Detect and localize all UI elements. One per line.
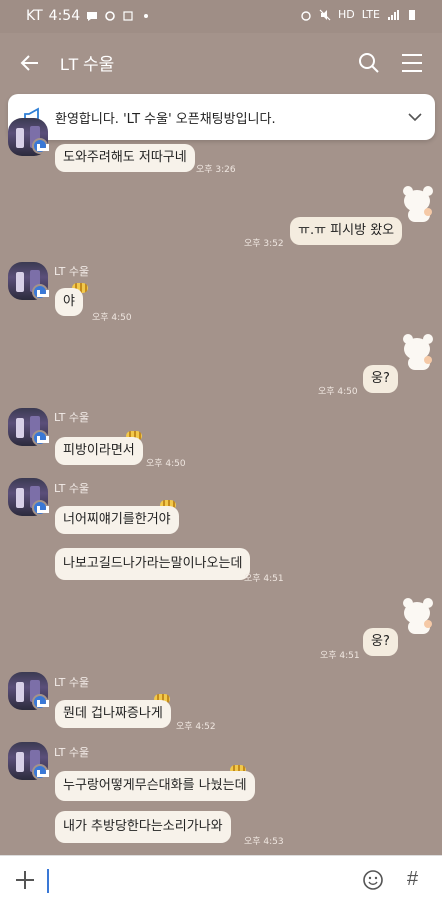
chat-notification-icon — [87, 12, 98, 21]
status-bar: KT 4:54 HD LTE — [0, 0, 442, 33]
message-bubble[interactable]: 웅? — [363, 628, 398, 656]
sender-name: LT 수울 — [54, 676, 90, 689]
chat-header: LT 수울 — [0, 33, 442, 91]
hamburger-menu-icon[interactable] — [400, 52, 424, 74]
message-bubble[interactable]: 누구랑어떻게무슨대화를 나눴는데 — [55, 771, 255, 801]
carrier-label: KT — [26, 8, 43, 24]
host-crown-icon — [32, 500, 49, 516]
message-time: 오후 4:50 — [92, 313, 132, 323]
sender-name: LT 수울 — [54, 265, 90, 278]
message-time: 오후 3:52 — [244, 239, 284, 249]
network-label: LTE — [361, 8, 380, 21]
message-time: 오후 4:53 — [244, 837, 284, 847]
sender-name: LT 수울 — [54, 746, 90, 759]
message-bubble[interactable]: 나보고길드나가라는말이나오는데 — [55, 548, 251, 580]
notice-text: 환영합니다. 'LT 수울' 오픈채팅방입니다. — [55, 112, 276, 127]
message-time: 오후 4:51 — [244, 574, 284, 584]
battery-icon — [409, 9, 415, 20]
message-time: 오후 4:50 — [146, 459, 186, 469]
host-crown-icon — [32, 284, 49, 300]
data-icon — [123, 11, 133, 21]
message-input-bar: # — [0, 855, 442, 906]
back-arrow-icon[interactable] — [18, 51, 42, 75]
notice-banner[interactable]: 환영합니다. 'LT 수울' 오픈채팅방입니다. — [8, 94, 435, 140]
message-time: 오후 4:52 — [176, 722, 216, 732]
message-bubble[interactable]: 너어찌얘기를한거야 — [55, 506, 179, 534]
message-bubble[interactable]: 피방이라면서 — [55, 437, 143, 465]
message-time: 오후 4:51 — [320, 651, 360, 661]
message-bubble[interactable]: 웅? — [363, 365, 398, 393]
sender-name: LT 수울 — [54, 482, 90, 495]
message-bubble[interactable]: 내가 추방당한다는소리가나와 — [55, 811, 231, 843]
host-crown-icon — [32, 430, 49, 446]
dot-icon — [144, 14, 149, 18]
message-time: 오후 3:26 — [196, 165, 236, 175]
message-bubble[interactable]: 뭔데 겁나짜증나게 — [55, 700, 171, 728]
hashtag-button[interactable]: # — [407, 868, 418, 891]
bear-sticker-icon — [400, 598, 436, 636]
message-time: 오후 4:50 — [318, 387, 358, 397]
clock: 4:54 — [48, 8, 81, 24]
message-bubble[interactable]: 야 — [55, 288, 83, 316]
chat-title: LT 수울 — [60, 55, 115, 74]
signal-icon — [388, 9, 399, 20]
bear-sticker-icon — [400, 334, 436, 372]
chevron-down-icon[interactable] — [407, 110, 423, 124]
host-crown-icon — [32, 138, 49, 154]
bear-sticker-icon — [400, 186, 436, 224]
message-bubble[interactable]: 도와주려해도 저따구네 — [55, 144, 195, 172]
hd-label: HD — [337, 8, 355, 21]
search-icon[interactable] — [357, 51, 381, 75]
host-crown-icon — [32, 764, 49, 780]
message-input[interactable] — [47, 869, 49, 893]
sync-icon — [105, 11, 115, 21]
message-bubble[interactable]: ㅠ.ㅠ 피시방 왔오 — [290, 217, 403, 245]
alarm-icon — [301, 10, 311, 21]
host-crown-icon — [32, 694, 49, 710]
mute-icon — [319, 9, 331, 20]
emoji-icon[interactable] — [362, 869, 384, 891]
sender-name: LT 수울 — [54, 411, 90, 424]
plus-icon[interactable] — [14, 869, 36, 891]
